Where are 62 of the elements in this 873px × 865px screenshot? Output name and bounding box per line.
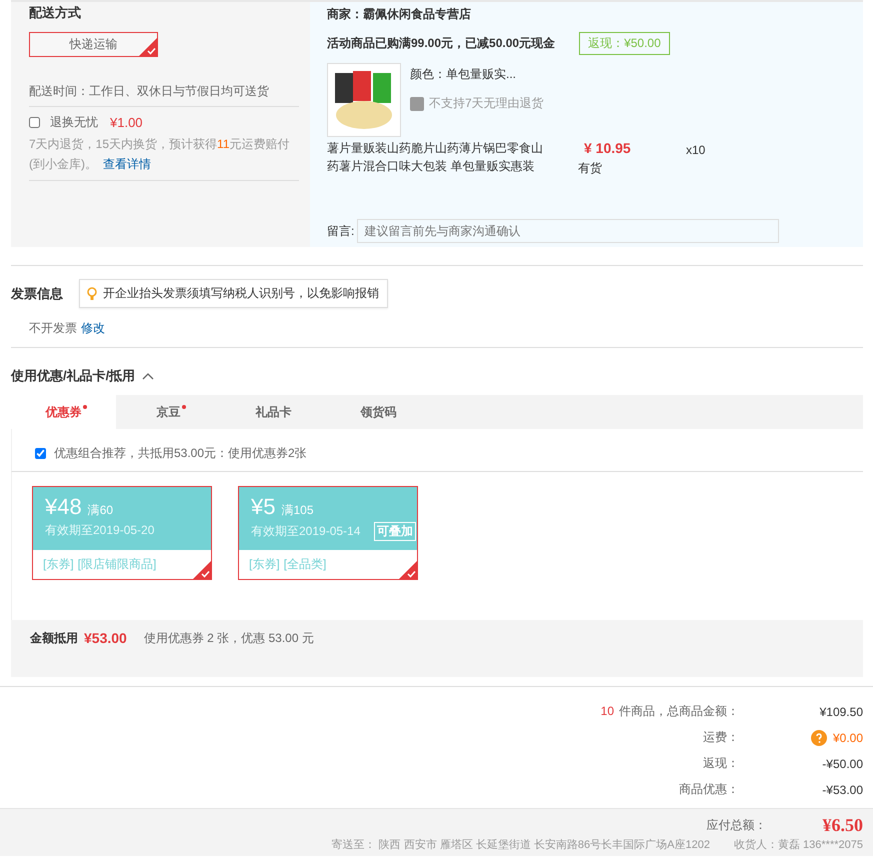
insurance-price: ¥1.00: [110, 115, 143, 130]
total-label: 商品优惠：: [679, 782, 739, 796]
selected-check-icon: [399, 561, 417, 579]
tab[interactable]: 礼品卡: [221, 395, 326, 429]
coupon-tag: [全品类]: [284, 556, 326, 573]
return-policy: 不支持7天无理由退货: [429, 95, 544, 112]
promo-text: 活动商品已购满99.00元，已减50.00元现金: [327, 35, 556, 52]
seller-name: 商家：霸佩休闲食品专营店: [327, 6, 472, 23]
tab[interactable]: 优惠券: [11, 395, 116, 429]
total-label: 返现：: [703, 756, 739, 770]
item-count: 10: [600, 704, 614, 718]
coupon-amount: ¥5: [251, 494, 276, 519]
selected-check-icon: [193, 561, 211, 579]
checkbox[interactable]: [35, 448, 46, 459]
total-value: -¥53.00: [822, 782, 863, 796]
coupon-expiry: 有效期至2019-05-14: [251, 523, 360, 540]
payable-amount: ¥6.50: [822, 815, 863, 836]
summary-amount: ¥53.00: [84, 630, 127, 646]
total-label: 运费：: [703, 730, 739, 744]
shipping-address: 寄送至： 陕西 西安市 雁塔区 长延堡街道 长安南路86号长丰国际广场A座1202: [332, 838, 710, 852]
invoice-value: 不开发票: [29, 321, 77, 335]
coupon-threshold: 满105: [281, 503, 314, 517]
checkbox[interactable]: [29, 117, 40, 128]
caret-icon[interactable]: [142, 372, 154, 380]
details-link[interactable]: 查看详情: [103, 157, 151, 171]
stock-status: 有货: [578, 160, 603, 177]
cashback-badge: 返现：¥50.00: [579, 32, 670, 55]
section-title: 配送方式: [29, 4, 82, 22]
receiver-info: 收货人：黄磊 136****2075: [734, 838, 863, 852]
total-value: ¥0.00: [832, 730, 863, 744]
product-quantity: x10: [686, 143, 706, 159]
product-variant: 颜色：单包量贩实...: [410, 66, 518, 83]
message-label: 留言:: [327, 222, 354, 240]
message-field[interactable]: 建议留言前先与商家沟通确认: [357, 219, 780, 243]
lightbulb-icon: [87, 286, 97, 300]
total-value: -¥50.00: [822, 756, 863, 770]
product-price: ¥ 10.95: [584, 140, 632, 156]
invoice-edit-link[interactable]: 修改: [81, 321, 105, 335]
coupon-threshold: 满60: [88, 503, 114, 517]
coupon-tag: [东券]: [249, 556, 280, 573]
payable-label: 应付总额：: [706, 817, 766, 834]
invoice-tip-text: 开企业抬头发票须填写纳税人识别号，以免影响报销: [103, 285, 379, 302]
tab[interactable]: 京豆: [116, 395, 221, 429]
coupon-tag: [限店铺限商品]: [78, 556, 156, 573]
insurance-label: 退换无忧: [50, 114, 98, 131]
total-label: 件商品，总商品金额：: [619, 704, 739, 718]
selected-check-icon: [139, 38, 157, 56]
summary-label: 金额抵用: [30, 630, 78, 647]
coupon-tag: [东券]: [43, 556, 74, 573]
coupon-expiry: 有效期至2019-05-20: [45, 522, 154, 539]
total-value: ¥109.50: [820, 704, 863, 718]
summary-note: 使用优惠券 2 张，优惠 53.00 元: [144, 630, 314, 647]
coupon-amount: ¥48: [45, 494, 82, 519]
product-title: 薯片量贩装山药脆片山药薄片锅巴零食山药薯片混合口味大包装 单包量贩实惠装: [327, 140, 544, 175]
stackable-badge: 可叠加: [374, 522, 416, 541]
section-title: 发票信息: [11, 284, 63, 302]
tab[interactable]: 领货码: [326, 395, 431, 429]
recommend-label: 优惠组合推荐，共抵用53.00元：使用优惠券2张: [54, 445, 307, 462]
shipping-method-button[interactable]: 快递运输: [29, 32, 158, 57]
section-title: 使用优惠/礼品卡/抵用: [11, 367, 136, 385]
insurance-note: 7天内退货，15天内换货，预计获得11元运费赔付(到小金库)。 查看详情: [29, 134, 299, 181]
delivery-time: 配送时间：工作日、双休日与节假日均可送货: [29, 83, 299, 107]
